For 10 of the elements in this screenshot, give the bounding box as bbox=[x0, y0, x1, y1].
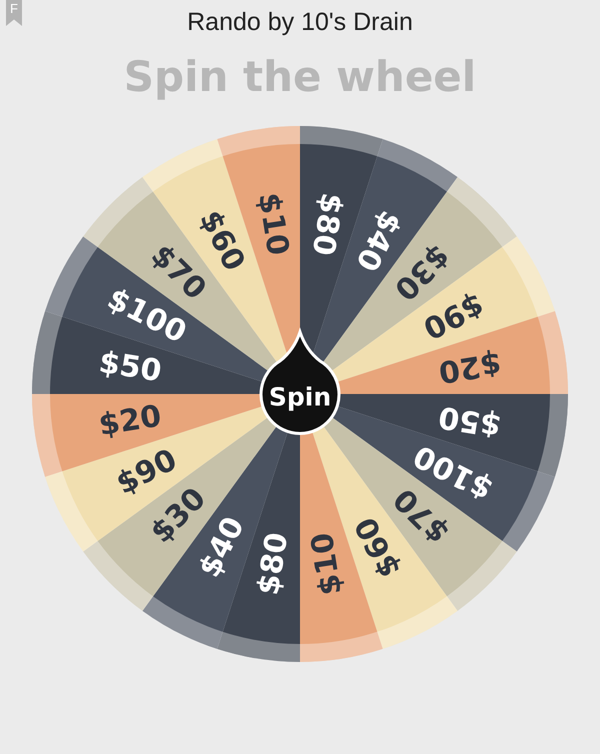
wheel-label: $20 bbox=[96, 398, 164, 444]
wheel-label: $80 bbox=[250, 530, 296, 598]
wheel-label: $10 bbox=[304, 530, 350, 598]
wheel-label: $50 bbox=[436, 398, 504, 444]
wheel-label: $50 bbox=[96, 344, 164, 390]
bookmark-badge: F bbox=[6, 0, 22, 26]
wheel-label: $10 bbox=[250, 190, 296, 258]
page-title: Rando by 10's Drain bbox=[187, 7, 413, 38]
wheel-label: $20 bbox=[436, 344, 504, 390]
wheel-label: $80 bbox=[304, 190, 350, 258]
